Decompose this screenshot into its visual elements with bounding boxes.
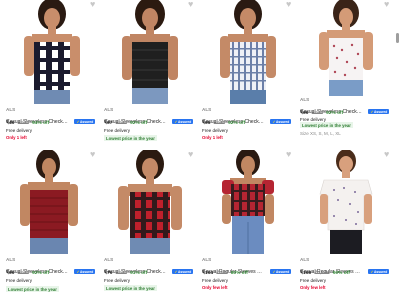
size-options: Size XS, S, M, L, XL <box>300 131 341 136</box>
product-mrp: ₹899 <box>115 121 127 126</box>
product-image[interactable]: ♥ <box>300 0 392 104</box>
price-tag: Lowest price in the year <box>104 285 157 291</box>
product-brand: ALS <box>104 257 114 262</box>
stock-tag: Only few left <box>202 285 228 290</box>
product-brand: ALS <box>300 97 310 102</box>
product-price: ₹198 <box>300 271 312 276</box>
product-title-row: Casual Sleeveless Checkere... Assured <box>104 263 196 275</box>
product-card[interactable]: ♥ ALS Casual Sleeveless Checkere... Assu… <box>104 0 196 148</box>
price-tag: Lowest price in the year <box>6 286 59 292</box>
heart-icon[interactable]: ♥ <box>384 0 392 9</box>
product-price: ₹69 <box>6 271 15 276</box>
product-mrp: ₹899 <box>311 111 323 116</box>
assured-badge: Assured <box>74 269 96 275</box>
product-image[interactable]: ♥ <box>104 150 196 254</box>
assured-badge: Assured <box>172 119 194 125</box>
product-title-row: Casual Sleeveless Checkere... Assured <box>6 113 98 125</box>
price-row: ₹69 ₹899 92% off <box>6 271 49 276</box>
price-row: ₹194 ₹999 80% off <box>202 271 248 276</box>
product-brand: ALS <box>300 257 310 262</box>
product-brand: ALS <box>202 107 212 112</box>
product-title-row: Casual Regular Sleeves Shop... Assured <box>202 263 294 275</box>
heart-icon[interactable]: ♥ <box>90 150 98 159</box>
product-discount: 92% off <box>130 121 148 126</box>
heart-icon[interactable]: ♥ <box>286 0 294 9</box>
price-row: ₹65 ₹899 92% off <box>202 121 245 126</box>
product-discount: 92% off <box>326 111 344 116</box>
stock-tag: Only few left <box>300 285 326 290</box>
product-mrp: ₹999 <box>17 121 29 126</box>
assured-badge: Assured <box>74 119 96 125</box>
product-price: ₹194 <box>202 271 214 276</box>
product-mrp: ₹899 <box>213 121 225 126</box>
price-tag: Lowest price in the year <box>104 135 157 141</box>
assured-badge: Assured <box>368 269 390 275</box>
price-row: ₹67 ₹899 92% off <box>104 121 147 126</box>
product-card[interactable]: ♥ ALS Casual Sleeveless Checkere... Assu… <box>6 0 98 148</box>
heart-icon[interactable]: ♥ <box>286 150 294 159</box>
product-discount: 91% off <box>130 271 148 276</box>
product-image[interactable]: ♥ <box>6 0 98 104</box>
product-discount: 94% off <box>32 121 50 126</box>
heart-icon[interactable]: ♥ <box>90 0 98 9</box>
product-mrp: ₹999 <box>115 271 127 276</box>
product-mrp: ₹899 <box>17 271 29 276</box>
stock-tag: Only 1 left <box>202 135 223 140</box>
price-row: ₹69 ₹899 92% off <box>300 111 343 116</box>
product-brand: ALS <box>6 107 16 112</box>
stock-tag: Only 1 left <box>6 135 27 140</box>
product-price: ₹67 <box>104 121 113 126</box>
product-card[interactable]: ♥ ALS Casual Regular Sleeves Print... As… <box>300 150 392 298</box>
heart-icon[interactable]: ♥ <box>188 0 196 9</box>
product-brand: ALS <box>104 107 114 112</box>
product-price: ₹49 <box>6 121 15 126</box>
product-title-row: Casual Sleeveless Checkere... Assured <box>202 113 294 125</box>
assured-badge: Assured <box>172 269 194 275</box>
delivery-info: Free delivery <box>104 128 131 133</box>
product-brand: ALS <box>6 257 16 262</box>
scrollbar-thumb[interactable] <box>396 33 399 43</box>
delivery-info: Free delivery <box>202 278 229 283</box>
product-card[interactable]: ♥ ALS Casual Regular Sleeves Shop... Ass… <box>202 150 294 298</box>
product-price: ₹65 <box>202 121 211 126</box>
delivery-info: Free delivery <box>300 278 327 283</box>
product-price: ₹69 <box>300 111 309 116</box>
product-card[interactable]: ♥ ALS Casual Sleeveless Checkere... Assu… <box>300 0 392 148</box>
product-title-row: Casual Sleeveless Checkere... Assured <box>6 263 98 275</box>
product-card[interactable]: ♥ ALS Casual Sleeveless Checkere... Assu… <box>6 150 98 298</box>
product-image[interactable]: ♥ <box>104 0 196 104</box>
product-mrp: ₹1,999 <box>314 271 330 276</box>
product-discount: 80% off <box>230 271 248 276</box>
delivery-info: Free delivery <box>104 278 131 283</box>
product-discount: 92% off <box>32 271 50 276</box>
product-brand: ALS <box>202 257 212 262</box>
product-grid: ♥ ALS Casual Sleeveless Checkere... Assu… <box>6 0 394 303</box>
price-row: ₹49 ₹999 94% off <box>6 121 49 126</box>
product-image[interactable]: ♥ <box>6 150 98 254</box>
assured-badge: Assured <box>368 109 390 115</box>
product-image[interactable]: ♥ <box>300 150 392 254</box>
assured-badge: Assured <box>270 269 292 275</box>
price-tag: Lowest price in the year <box>300 122 353 128</box>
price-row: ₹198 ₹1,999 90% off <box>300 271 350 276</box>
product-title-row: Casual Sleeveless Checkere... Assured <box>300 103 392 115</box>
product-price: ₹79 <box>104 271 113 276</box>
product-mrp: ₹999 <box>216 271 228 276</box>
product-card[interactable]: ♥ ALS Casual Sleeveless Checkere... Assu… <box>104 150 196 298</box>
assured-badge: Assured <box>270 119 292 125</box>
heart-icon[interactable]: ♥ <box>188 150 196 159</box>
heart-icon[interactable]: ♥ <box>384 150 392 159</box>
product-discount: 90% off <box>332 271 350 276</box>
product-image[interactable]: ♥ <box>202 150 294 254</box>
product-title-row: Casual Regular Sleeves Print... Assured <box>300 263 392 275</box>
product-image[interactable]: ♥ <box>202 0 294 104</box>
product-card[interactable]: ♥ ALS Casual Sleeveless Checkere... Assu… <box>202 0 294 148</box>
delivery-info: Free delivery <box>6 278 33 283</box>
product-title-row: Casual Sleeveless Checkere... Assured <box>104 113 196 125</box>
delivery-info: Free delivery <box>6 128 33 133</box>
price-row: ₹79 ₹999 91% off <box>104 271 147 276</box>
product-discount: 92% off <box>228 121 246 126</box>
delivery-info: Free delivery <box>202 128 229 133</box>
